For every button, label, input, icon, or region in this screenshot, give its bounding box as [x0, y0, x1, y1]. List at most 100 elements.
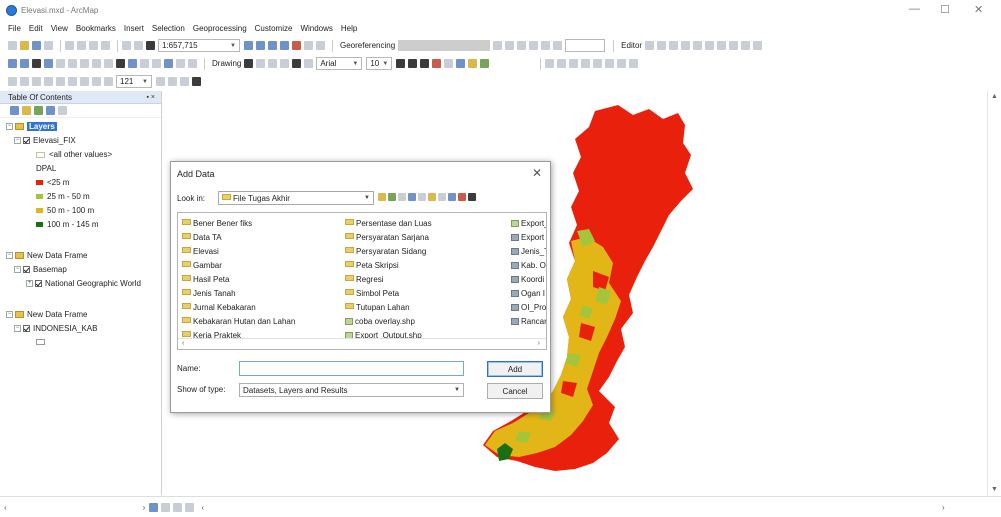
font-size-combo[interactable]: 10 ▼ — [366, 57, 393, 70]
menu-edit[interactable]: Edit — [29, 24, 43, 33]
toc-data-frame[interactable]: − New Data Frame — [6, 310, 87, 319]
go-to-default-icon[interactable] — [388, 193, 396, 201]
search-window-icon[interactable] — [280, 41, 289, 50]
layout-zoom-combo[interactable]: 121 ▼ — [116, 75, 152, 88]
georef-combo[interactable] — [565, 39, 606, 52]
font-combo[interactable]: Arial ▼ — [316, 57, 363, 70]
toggle-draft-icon[interactable] — [156, 77, 165, 86]
zoom-out-icon[interactable] — [20, 59, 29, 68]
edit-tool-icon[interactable] — [705, 41, 715, 50]
layer-checkbox[interactable] — [23, 137, 30, 144]
scroll-down-icon[interactable]: ▼ — [991, 486, 998, 493]
edit-tool-icon[interactable] — [669, 41, 679, 50]
italic-icon[interactable] — [408, 59, 418, 68]
layout-tool-icon[interactable] — [593, 59, 603, 68]
editor-toolbar-icon[interactable] — [244, 41, 253, 50]
map-scroll-left-icon[interactable]: ‹ — [201, 503, 204, 512]
list-item[interactable]: Export_ — [511, 216, 546, 230]
georef-tool-icon[interactable] — [529, 41, 539, 50]
layout-tool-icon[interactable] — [557, 59, 567, 68]
list-item[interactable]: Jenis Tanah — [182, 286, 295, 300]
look-in-combo[interactable]: File Tugas Akhir ▼ — [218, 191, 374, 205]
add-data-icon[interactable] — [146, 41, 155, 50]
list-item[interactable]: Hasil Peta — [182, 272, 295, 286]
scroll-left-icon[interactable]: ‹ — [4, 503, 7, 512]
scale-combo[interactable]: 1:657,715 ▼ — [158, 39, 240, 52]
zoom-in-icon[interactable] — [8, 59, 17, 68]
list-item[interactable]: Bener Bener fiks — [182, 216, 295, 230]
layout-zoom-icon[interactable] — [68, 77, 77, 86]
arctoolbox-icon[interactable] — [292, 41, 301, 50]
drawing-menu[interactable]: Drawing — [212, 59, 241, 68]
paste-icon[interactable] — [89, 41, 98, 50]
edit-tool-icon[interactable] — [657, 41, 667, 50]
delete-icon[interactable] — [468, 193, 476, 201]
collapse-icon[interactable]: − — [6, 252, 13, 259]
scroll-right-icon[interactable]: › — [538, 340, 540, 347]
forward-extent-icon[interactable] — [92, 59, 101, 68]
new-folder-icon[interactable] — [438, 193, 446, 201]
georef-tool-icon[interactable] — [517, 41, 527, 50]
layout-zoom-icon[interactable] — [44, 77, 53, 86]
list-item[interactable]: Persyaratan Sidang — [345, 244, 432, 258]
layout-tool-icon[interactable] — [581, 59, 591, 68]
focus-frame-icon[interactable] — [168, 77, 177, 86]
maximize-button[interactable]: ☐ — [940, 3, 950, 16]
list-item[interactable]: Kebakaran Hutan dan Lahan — [182, 314, 295, 328]
cut-icon[interactable] — [65, 41, 74, 50]
georef-layer-combo[interactable] — [398, 40, 491, 51]
toc-icon[interactable] — [256, 41, 265, 50]
scroll-up-icon[interactable]: ▲ — [991, 93, 998, 100]
georef-tool-icon[interactable] — [553, 41, 563, 50]
view-options-icon[interactable] — [418, 193, 426, 201]
layout-tool-icon[interactable] — [605, 59, 615, 68]
cancel-button[interactable]: Cancel — [487, 383, 543, 399]
layout-zoom-icon[interactable] — [104, 77, 113, 86]
show-of-type-select[interactable]: Datasets, Layers and Results ▼ — [239, 383, 464, 397]
collapse-icon[interactable]: − — [14, 266, 21, 273]
list-item[interactable]: Regresi — [345, 272, 432, 286]
marker-color-icon[interactable] — [468, 59, 478, 68]
edit-tool-icon[interactable] — [717, 41, 727, 50]
python-icon[interactable] — [304, 41, 313, 50]
menu-view[interactable]: View — [51, 24, 68, 33]
pan-icon[interactable] — [32, 59, 41, 68]
fixed-zoom-in-icon[interactable] — [56, 59, 65, 68]
change-layout-icon[interactable] — [180, 77, 189, 86]
expand-icon[interactable]: + — [26, 280, 33, 287]
menu-customize[interactable]: Customize — [255, 24, 293, 33]
toc-layer-basemap[interactable]: − Basemap — [14, 265, 67, 274]
scroll-right-icon[interactable]: › — [143, 503, 146, 512]
list-item[interactable]: Gambar — [182, 258, 295, 272]
hyperlink-icon[interactable] — [164, 59, 173, 68]
menu-geoprocessing[interactable]: Geoprocessing — [193, 24, 247, 33]
connect-folder-icon[interactable] — [428, 193, 436, 201]
select-elements-icon[interactable] — [244, 59, 254, 68]
open-icon[interactable] — [20, 41, 29, 50]
layout-tool-icon[interactable] — [617, 59, 627, 68]
list-item[interactable]: Kab. O — [511, 258, 546, 272]
layout-tool-icon[interactable] — [569, 59, 579, 68]
back-extent-icon[interactable] — [80, 59, 89, 68]
collapse-icon[interactable]: − — [6, 311, 13, 318]
list-item[interactable]: Peta Skripsi — [345, 258, 432, 272]
data-driven-pages-icon[interactable] — [192, 77, 201, 86]
list-item[interactable]: Jenis_T — [511, 244, 546, 258]
refresh-icon[interactable] — [458, 193, 466, 201]
list-item[interactable]: Ogan I — [511, 286, 546, 300]
add-button[interactable]: Add — [487, 361, 543, 377]
line-color-icon[interactable] — [456, 59, 466, 68]
copy-icon[interactable] — [77, 41, 86, 50]
pause-drawing-icon[interactable] — [185, 502, 195, 512]
minimize-button[interactable]: — — [909, 3, 920, 15]
toc-layer-natgeo[interactable]: + National Geographic World — [26, 279, 141, 288]
collapse-icon[interactable]: − — [14, 325, 21, 332]
scroll-left-icon[interactable]: ‹ — [182, 340, 184, 347]
edit-tool-icon[interactable] — [729, 41, 739, 50]
list-item[interactable]: Persyaratan Sarjana — [345, 230, 432, 244]
rotate-icon[interactable] — [256, 59, 266, 68]
map-scroll-right-icon[interactable]: › — [942, 503, 945, 512]
print-icon[interactable] — [44, 41, 53, 50]
find-icon[interactable] — [140, 59, 149, 68]
select-features-icon[interactable] — [104, 59, 113, 68]
